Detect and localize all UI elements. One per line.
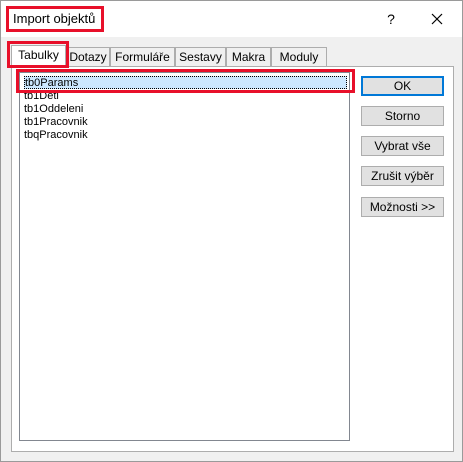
list-item[interactable]: tb1Pracovnik bbox=[24, 116, 88, 129]
tab-modules[interactable]: Moduly bbox=[271, 47, 327, 67]
objects-list[interactable]: tb0Params tb1Deti tb1Oddeleni tb1Pracovn… bbox=[19, 72, 350, 441]
import-objects-dialog: Import objektů ? Tabulky Dotazy Formulář… bbox=[0, 0, 463, 462]
close-button[interactable] bbox=[425, 7, 449, 31]
cancel-button[interactable]: Storno bbox=[361, 106, 444, 126]
tab-queries[interactable]: Dotazy bbox=[66, 47, 110, 67]
list-highlight-annotation bbox=[16, 69, 355, 93]
tab-highlight-annotation bbox=[7, 41, 69, 68]
deselect-all-button[interactable]: Zrušit výběr bbox=[361, 166, 444, 186]
help-button[interactable]: ? bbox=[381, 9, 401, 29]
select-all-button[interactable]: Vybrat vše bbox=[361, 136, 444, 156]
options-button[interactable]: Možnosti >> bbox=[361, 197, 444, 217]
title-highlight-annotation bbox=[6, 6, 104, 32]
tab-forms[interactable]: Formuláře bbox=[110, 47, 175, 67]
close-icon bbox=[431, 13, 443, 25]
ok-button[interactable]: OK bbox=[361, 76, 444, 96]
list-item[interactable]: tb1Oddeleni bbox=[24, 103, 83, 116]
tab-reports[interactable]: Sestavy bbox=[175, 47, 226, 67]
list-item[interactable]: tbqPracovnik bbox=[24, 129, 88, 142]
tab-macros[interactable]: Makra bbox=[226, 47, 271, 67]
